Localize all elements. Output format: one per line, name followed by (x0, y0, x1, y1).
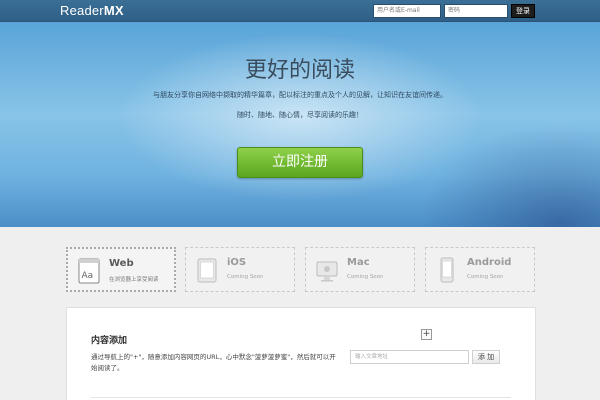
platform-tab-web[interactable]: Aa Web 在浏览器上享受阅读 (66, 247, 176, 292)
hero-banner: 更好的阅读 与朋友分享你自网络中撷取的精华篇章，配以标注的重点及个人的见解，让知… (0, 22, 600, 227)
platform-desc: Coming Soon (347, 274, 384, 280)
article-url-input[interactable]: 输入文章地址 (350, 350, 469, 364)
ipad-icon (197, 258, 217, 283)
platform-desc: 在浏览器上享受阅读 (109, 277, 159, 283)
logo-text-bold: MX (103, 3, 124, 18)
content-add-panel: 内容添加 通过导航上的"+"，随意添加内容网页的URL，心中默念"菠萝菠萝蜜"，… (66, 307, 536, 400)
logo[interactable]: ReaderMX (60, 3, 124, 18)
platform-tab-mac[interactable]: Mac Coming Soon (305, 247, 415, 292)
platform-tab-android[interactable]: Android Coming Soon (425, 247, 535, 292)
hero-title: 更好的阅读 (244, 58, 355, 83)
top-bar: ReaderMX 用户名或E-mail 密码 登录 (0, 0, 600, 22)
login-button[interactable]: 登录 (511, 4, 535, 18)
signup-button[interactable]: 立即注册 (237, 147, 363, 178)
panel-description: 通过导航上的"+"，随意添加内容网页的URL，心中默念"菠萝菠萝蜜"，然后就可以… (91, 353, 336, 372)
hero-description: 与朋友分享你自网络中撷取的精华篇章，配以标注的重点及个人的见解，让知识在友谊间传… (153, 91, 447, 99)
platform-desc: Coming Soon (227, 274, 264, 280)
plus-button[interactable]: + (421, 329, 432, 340)
hero-tagline: 随时、随地、随心情，尽享阅读的乐趣！ (237, 111, 363, 119)
username-input[interactable]: 用户名或E-mail (373, 4, 441, 18)
password-input[interactable]: 密码 (444, 4, 508, 18)
platform-name: Web (109, 258, 134, 269)
platform-desc: Coming Soon (467, 274, 504, 280)
platform-name: Mac (347, 257, 370, 268)
web-browser-icon: Aa (78, 258, 100, 284)
platform-name: Android (467, 257, 512, 268)
svg-text:Aa: Aa (82, 271, 94, 281)
mac-monitor-icon (316, 261, 338, 282)
android-phone-icon (440, 257, 454, 283)
platform-tab-ios[interactable]: iOS Coming Soon (185, 247, 295, 292)
logo-text-regular: Reader (60, 3, 104, 18)
platform-name: iOS (227, 257, 247, 268)
add-button[interactable]: 添 加 (472, 350, 500, 364)
panel-title: 内容添加 (91, 336, 128, 346)
divider (91, 397, 511, 398)
